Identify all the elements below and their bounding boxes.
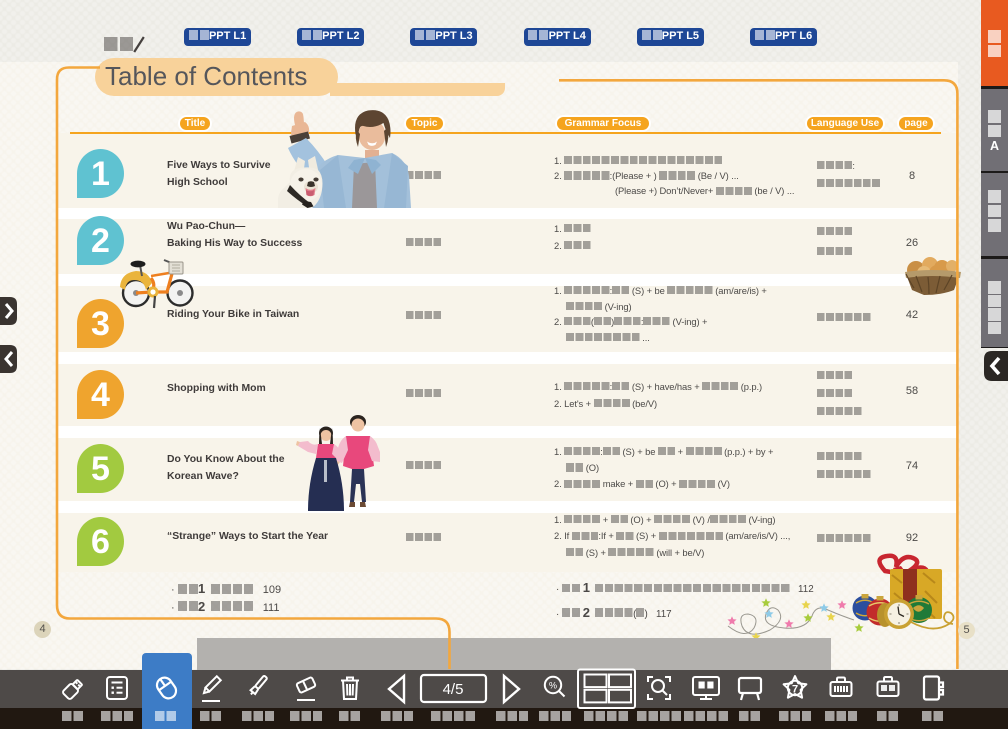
svg-text:%: % bbox=[549, 681, 557, 691]
svg-text:4/5: 4/5 bbox=[443, 681, 464, 698]
svg-text:7: 7 bbox=[792, 684, 798, 696]
